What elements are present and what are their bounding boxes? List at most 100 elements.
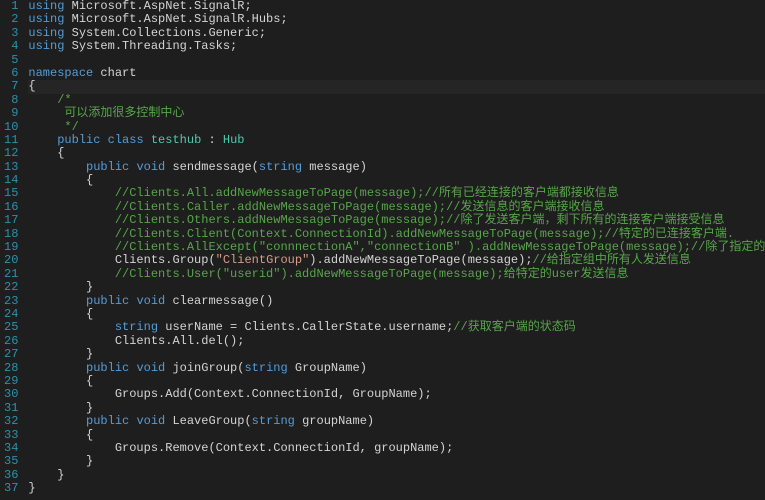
code-line[interactable]: public void LeaveGroup(string groupName) — [28, 415, 765, 428]
token-kw: class — [108, 133, 144, 147]
code-line[interactable]: //Clients.User("userid").addNewMessageTo… — [28, 268, 765, 281]
token-kw: void — [136, 361, 165, 375]
line-number: 9 — [4, 107, 18, 120]
token-punc: { — [57, 146, 64, 160]
code-line[interactable]: { — [28, 147, 765, 160]
code-line[interactable]: public void sendmessage(string message) — [28, 161, 765, 174]
code-line[interactable]: { — [28, 429, 765, 442]
line-number: 14 — [4, 174, 18, 187]
code-line[interactable]: string userName = Clients.CallerState.us… — [28, 321, 765, 334]
line-number: 28⊟ — [4, 362, 18, 375]
line-number: 1⊟ — [4, 0, 18, 13]
token-id: Groups.Add(Context.ConnectionId, GroupNa… — [115, 387, 432, 401]
line-number: 36 — [4, 469, 18, 482]
code-line[interactable]: public void clearmessage() — [28, 295, 765, 308]
code-area[interactable]: using Microsoft.AspNet.SignalR;using Mic… — [24, 0, 765, 500]
line-number: 25 — [4, 321, 18, 334]
token-kw: void — [136, 294, 165, 308]
code-line[interactable]: using System.Collections.Generic; — [28, 27, 765, 40]
token-kw: using — [28, 12, 64, 26]
token-cmt: //Clients.Client(Context.ConnectionId).a… — [115, 227, 734, 241]
token-id: Groups.Remove(Context.ConnectionId, grou… — [115, 441, 453, 455]
token-cmt: //Clients.All.addNewMessageToPage(messag… — [115, 186, 619, 200]
code-line[interactable] — [28, 54, 765, 67]
token-kw: void — [136, 414, 165, 428]
token-kw: string — [115, 320, 158, 334]
token-id: Clients.All.del(); — [115, 334, 245, 348]
line-number: 13⊟ — [4, 161, 18, 174]
token-kw: using — [28, 26, 64, 40]
line-number: 7 — [4, 80, 18, 93]
code-line[interactable]: { — [28, 375, 765, 388]
token-cmt: */ — [57, 120, 79, 134]
code-line[interactable]: } — [28, 281, 765, 294]
code-line[interactable]: //Clients.Others.addNewMessageToPage(mes… — [28, 214, 765, 227]
token-cmt: /* — [57, 93, 71, 107]
token-id: clearmessage() — [165, 294, 273, 308]
line-number: 33 — [4, 429, 18, 442]
code-line[interactable]: public class testhub : Hub — [28, 134, 765, 147]
code-line[interactable]: } — [28, 402, 765, 415]
token-id: chart — [93, 66, 136, 80]
token-punc: } — [86, 401, 93, 415]
line-number: 23⊟ — [4, 295, 18, 308]
line-number: 20 — [4, 254, 18, 267]
code-line[interactable]: public void joinGroup(string GroupName) — [28, 362, 765, 375]
code-line[interactable]: } — [28, 348, 765, 361]
token-id — [100, 133, 107, 147]
token-id: message) — [302, 160, 367, 174]
code-line[interactable]: using Microsoft.AspNet.SignalR; — [28, 0, 765, 13]
token-kw: string — [259, 160, 302, 174]
token-id: sendmessage( — [165, 160, 259, 174]
code-line[interactable]: Groups.Remove(Context.ConnectionId, grou… — [28, 442, 765, 455]
token-cmt: //Clients.Others.addNewMessageToPage(mes… — [115, 213, 725, 227]
line-number: 22 — [4, 281, 18, 294]
code-line[interactable]: //Clients.All.addNewMessageToPage(messag… — [28, 187, 765, 200]
token-punc: } — [28, 481, 35, 495]
line-number: 34 — [4, 442, 18, 455]
code-line[interactable]: Clients.Group("ClientGroup").addNewMessa… — [28, 254, 765, 267]
token-punc: } — [86, 347, 93, 361]
token-cmt: //Clients.User("userid").addNewMessageTo… — [115, 267, 629, 281]
code-line[interactable]: namespace chart — [28, 67, 765, 80]
code-line[interactable]: } — [28, 455, 765, 468]
code-line[interactable]: Groups.Add(Context.ConnectionId, GroupNa… — [28, 388, 765, 401]
code-line[interactable]: } — [28, 469, 765, 482]
line-number: 11⊟ — [4, 134, 18, 147]
token-cls: Hub — [223, 133, 245, 147]
line-number: 17 — [4, 214, 18, 227]
code-line[interactable]: } — [28, 482, 765, 495]
token-id: ).addNewMessageToPage(message); — [309, 253, 532, 267]
token-cls: testhub — [151, 133, 201, 147]
code-line[interactable]: 可以添加很多控制中心 — [28, 107, 765, 120]
token-id: Clients.Group( — [115, 253, 216, 267]
token-id: LeaveGroup( — [165, 414, 251, 428]
line-number: 29 — [4, 375, 18, 388]
code-line[interactable]: { — [28, 80, 765, 93]
line-number: 35 — [4, 455, 18, 468]
token-kw: string — [252, 414, 295, 428]
line-number: 37 — [4, 482, 18, 495]
line-number: 5 — [4, 54, 18, 67]
code-line[interactable]: Clients.All.del(); — [28, 335, 765, 348]
token-kw: namespace — [28, 66, 93, 80]
code-line[interactable]: using Microsoft.AspNet.SignalR.Hubs; — [28, 13, 765, 26]
token-id: GroupName) — [288, 361, 367, 375]
code-line[interactable]: */ — [28, 121, 765, 134]
line-number: 4 — [4, 40, 18, 53]
line-number: 32⊟ — [4, 415, 18, 428]
token-punc: { — [86, 374, 93, 388]
line-number: 6⊟ — [4, 67, 18, 80]
line-number: 12 — [4, 147, 18, 160]
line-number: 18 — [4, 228, 18, 241]
token-kw: public — [86, 294, 129, 308]
token-kw: public — [86, 160, 129, 174]
code-line[interactable]: using System.Threading.Tasks; — [28, 40, 765, 53]
token-id: Microsoft.AspNet.SignalR.Hubs; — [64, 12, 287, 26]
line-number: 21 — [4, 268, 18, 281]
token-id: Microsoft.AspNet.SignalR; — [64, 0, 251, 13]
line-number: 16 — [4, 201, 18, 214]
token-kw: using — [28, 39, 64, 53]
token-kw: string — [244, 361, 287, 375]
code-editor[interactable]: 1⊟23456⊟78⊟91011⊟1213⊟141516171819202122… — [0, 0, 765, 500]
